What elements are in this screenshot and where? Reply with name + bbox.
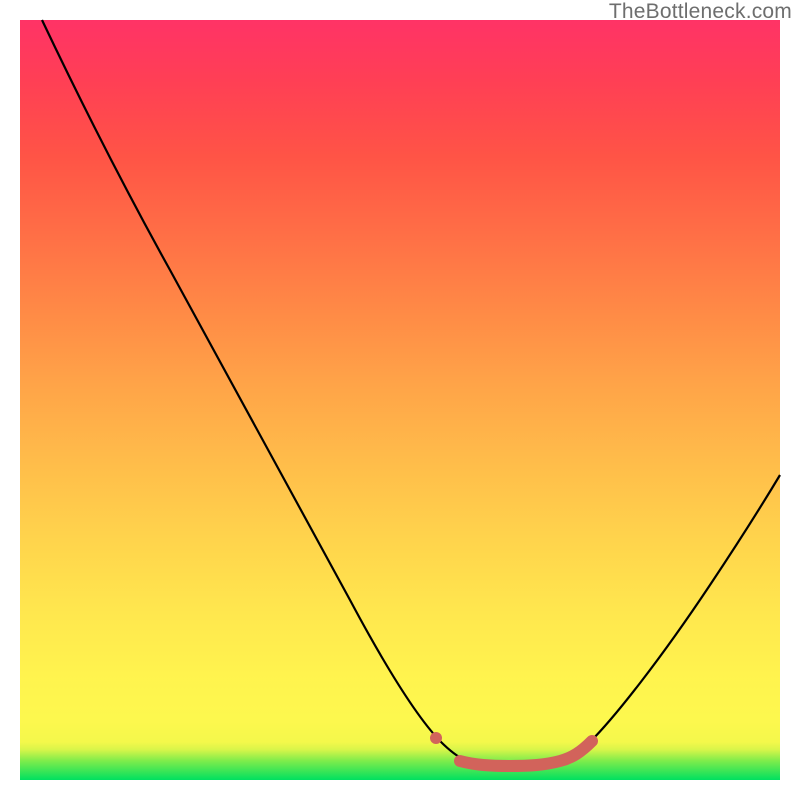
curve-line (42, 20, 780, 765)
chart-svg (20, 20, 780, 780)
plot-area (20, 20, 780, 780)
highlight-dot (430, 732, 442, 744)
chart-canvas: TheBottleneck.com (0, 0, 800, 800)
highlight-segment (460, 741, 592, 766)
